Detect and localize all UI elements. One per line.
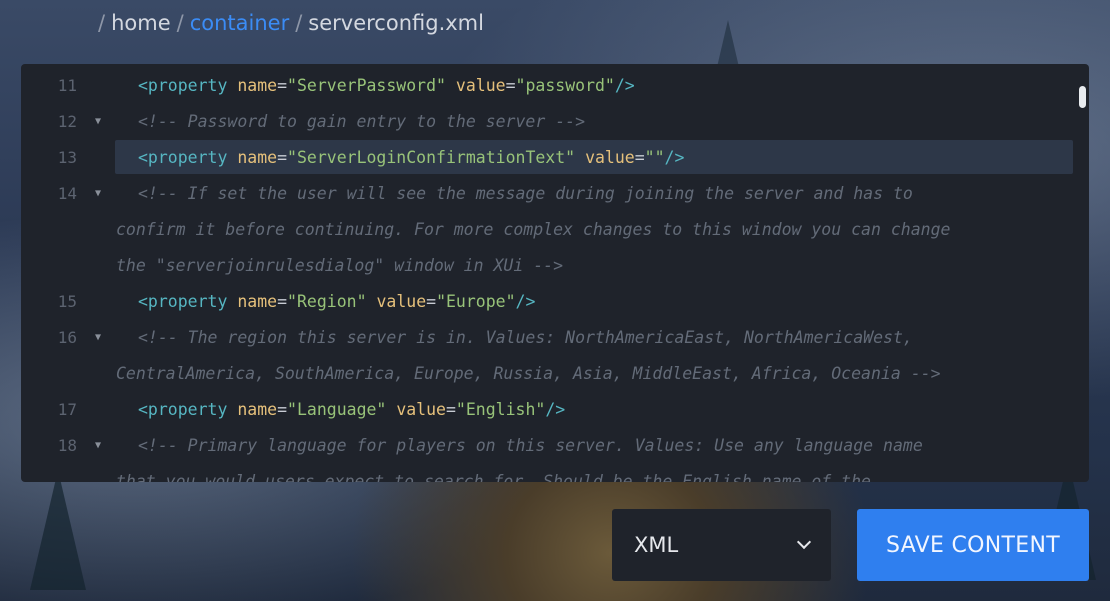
token-tag: <property bbox=[138, 292, 238, 311]
line-number: 12 bbox=[57, 112, 77, 131]
line-number: 14 bbox=[57, 184, 77, 203]
breadcrumb-separator: / bbox=[295, 11, 303, 35]
token-cmt: <!-- The region this server is in. Value… bbox=[138, 328, 913, 347]
token-tag: /> bbox=[614, 76, 635, 95]
token-str: "English" bbox=[455, 400, 546, 419]
token-attr: name bbox=[237, 292, 278, 311]
token-eq: = bbox=[505, 76, 516, 95]
token-eq: = bbox=[634, 148, 645, 167]
token-attr: value bbox=[455, 76, 506, 95]
code-text: <!-- If set the user will see the messag… bbox=[138, 176, 913, 212]
code-text: <property name="ServerPassword" value="p… bbox=[138, 68, 635, 104]
code-text: confirm it before continuing. For more c… bbox=[116, 212, 950, 248]
token-cmt: confirm it before continuing. For more c… bbox=[116, 220, 951, 239]
code-text: the "serverjoinrulesdialog" window in XU… bbox=[116, 248, 563, 284]
token-eq: = bbox=[445, 400, 456, 419]
line-number: 13 bbox=[57, 148, 77, 167]
breadcrumb-container-link[interactable]: container bbox=[190, 11, 290, 35]
breadcrumb-separator: / bbox=[98, 11, 106, 35]
code-text: CentralAmerica, SouthAmerica, Europe, Ru… bbox=[116, 356, 941, 392]
fold-toggle-icon[interactable]: ▼ bbox=[95, 428, 101, 464]
code-text: <property name="Region" value="Europe"/> bbox=[138, 284, 535, 320]
code-line-wrap[interactable]: confirm it before continuing. For more c… bbox=[21, 212, 1071, 248]
token-tag: <property bbox=[138, 148, 238, 167]
code-line[interactable]: 17 <property name="Language" value="Engli… bbox=[21, 392, 1071, 428]
token-str: "" bbox=[644, 148, 665, 167]
fold-toggle-icon[interactable]: ▼ bbox=[95, 104, 101, 140]
token-eq: = bbox=[426, 292, 437, 311]
code-text: that you would users expect to search fo… bbox=[116, 464, 871, 482]
code-text: <property name="ServerLoginConfirmationT… bbox=[138, 140, 684, 176]
code-text: <!-- Primary language for players on thi… bbox=[138, 428, 923, 464]
code-line-wrap[interactable]: that you would users expect to search fo… bbox=[21, 464, 1071, 482]
token-eq: = bbox=[277, 400, 288, 419]
code-line[interactable]: 15 <property name="Region" value="Europe"… bbox=[21, 284, 1071, 320]
token-attr: value bbox=[376, 292, 427, 311]
token-attr: name bbox=[237, 400, 278, 419]
token-str: "Language" bbox=[287, 400, 387, 419]
token-eq: = bbox=[277, 76, 288, 95]
token-str: "ServerLoginConfirmationText" bbox=[287, 148, 576, 167]
token-tag: <property bbox=[138, 76, 238, 95]
token-attr: name bbox=[237, 148, 278, 167]
token-eq bbox=[367, 292, 377, 311]
breadcrumb-separator: / bbox=[176, 11, 184, 35]
code-line[interactable]: 11 <property name="ServerPassword" value=… bbox=[21, 68, 1071, 104]
language-select[interactable]: XML bbox=[612, 509, 831, 581]
token-eq bbox=[575, 148, 585, 167]
code-text: <!-- Password to gain entry to the serve… bbox=[138, 104, 585, 140]
token-str: "ServerPassword" bbox=[287, 76, 446, 95]
code-line[interactable]: 18 ▼ <!-- Primary language for players on … bbox=[21, 428, 1071, 464]
token-attr: value bbox=[585, 148, 635, 167]
line-number: 15 bbox=[57, 292, 77, 311]
token-attr: value bbox=[396, 400, 446, 419]
line-number: 11 bbox=[57, 76, 77, 95]
token-tag: /> bbox=[664, 148, 685, 167]
token-str: "Region" bbox=[287, 292, 367, 311]
code-line[interactable]: 14 ▼ <!-- If set the user will see the mes… bbox=[21, 176, 1071, 212]
token-eq: = bbox=[277, 292, 288, 311]
token-eq bbox=[386, 400, 396, 419]
breadcrumb: / home / container / serverconfig.xml bbox=[98, 9, 484, 37]
token-cmt: <!-- Primary language for players on thi… bbox=[138, 436, 923, 455]
code-editor[interactable]: 11 <property name="ServerPassword" value=… bbox=[21, 64, 1089, 482]
code-text: <!-- The region this server is in. Value… bbox=[138, 320, 913, 356]
fold-toggle-icon[interactable]: ▼ bbox=[95, 176, 101, 212]
fold-toggle-icon[interactable]: ▼ bbox=[95, 320, 101, 356]
line-number: 18 bbox=[57, 436, 77, 455]
token-str: "password" bbox=[515, 76, 615, 95]
token-cmt: <!-- If set the user will see the messag… bbox=[138, 184, 913, 203]
token-cmt: the "serverjoinrulesdialog" window in XU… bbox=[116, 256, 564, 275]
token-tag: /> bbox=[515, 292, 536, 311]
line-number: 16 bbox=[57, 328, 77, 347]
code-line[interactable]: 16 ▼ <!-- The region this server is in. Va… bbox=[21, 320, 1071, 356]
code-text: <property name="Language" value="English… bbox=[138, 392, 565, 428]
editor-scrollbar-thumb[interactable] bbox=[1079, 86, 1086, 108]
language-select-value: XML bbox=[634, 533, 679, 557]
code-line-wrap[interactable]: CentralAmerica, SouthAmerica, Europe, Ru… bbox=[21, 356, 1071, 392]
token-cmt: <!-- Password to gain entry to the serve… bbox=[138, 112, 586, 131]
token-eq: = bbox=[277, 148, 288, 167]
breadcrumb-home[interactable]: home bbox=[111, 11, 171, 35]
code-line[interactable]: 13 <property name="ServerLoginConfirmatio… bbox=[21, 140, 1071, 176]
code-line-wrap[interactable]: the "serverjoinrulesdialog" window in XU… bbox=[21, 248, 1071, 284]
save-content-button[interactable]: SAVE CONTENT bbox=[857, 509, 1089, 581]
code-line[interactable]: 12 ▼ <!-- Password to gain entry to the se… bbox=[21, 104, 1071, 140]
chevron-down-icon bbox=[796, 534, 812, 550]
token-cmt: CentralAmerica, SouthAmerica, Europe, Ru… bbox=[116, 364, 941, 383]
token-cmt: that you would users expect to search fo… bbox=[116, 472, 871, 482]
line-number: 17 bbox=[57, 400, 77, 419]
token-attr: name bbox=[237, 76, 278, 95]
token-tag: <property bbox=[138, 400, 238, 419]
token-str: "Europe" bbox=[436, 292, 516, 311]
token-eq bbox=[446, 76, 456, 95]
token-tag: /> bbox=[545, 400, 566, 419]
background-tree bbox=[30, 470, 86, 590]
breadcrumb-current-file: serverconfig.xml bbox=[308, 11, 484, 35]
